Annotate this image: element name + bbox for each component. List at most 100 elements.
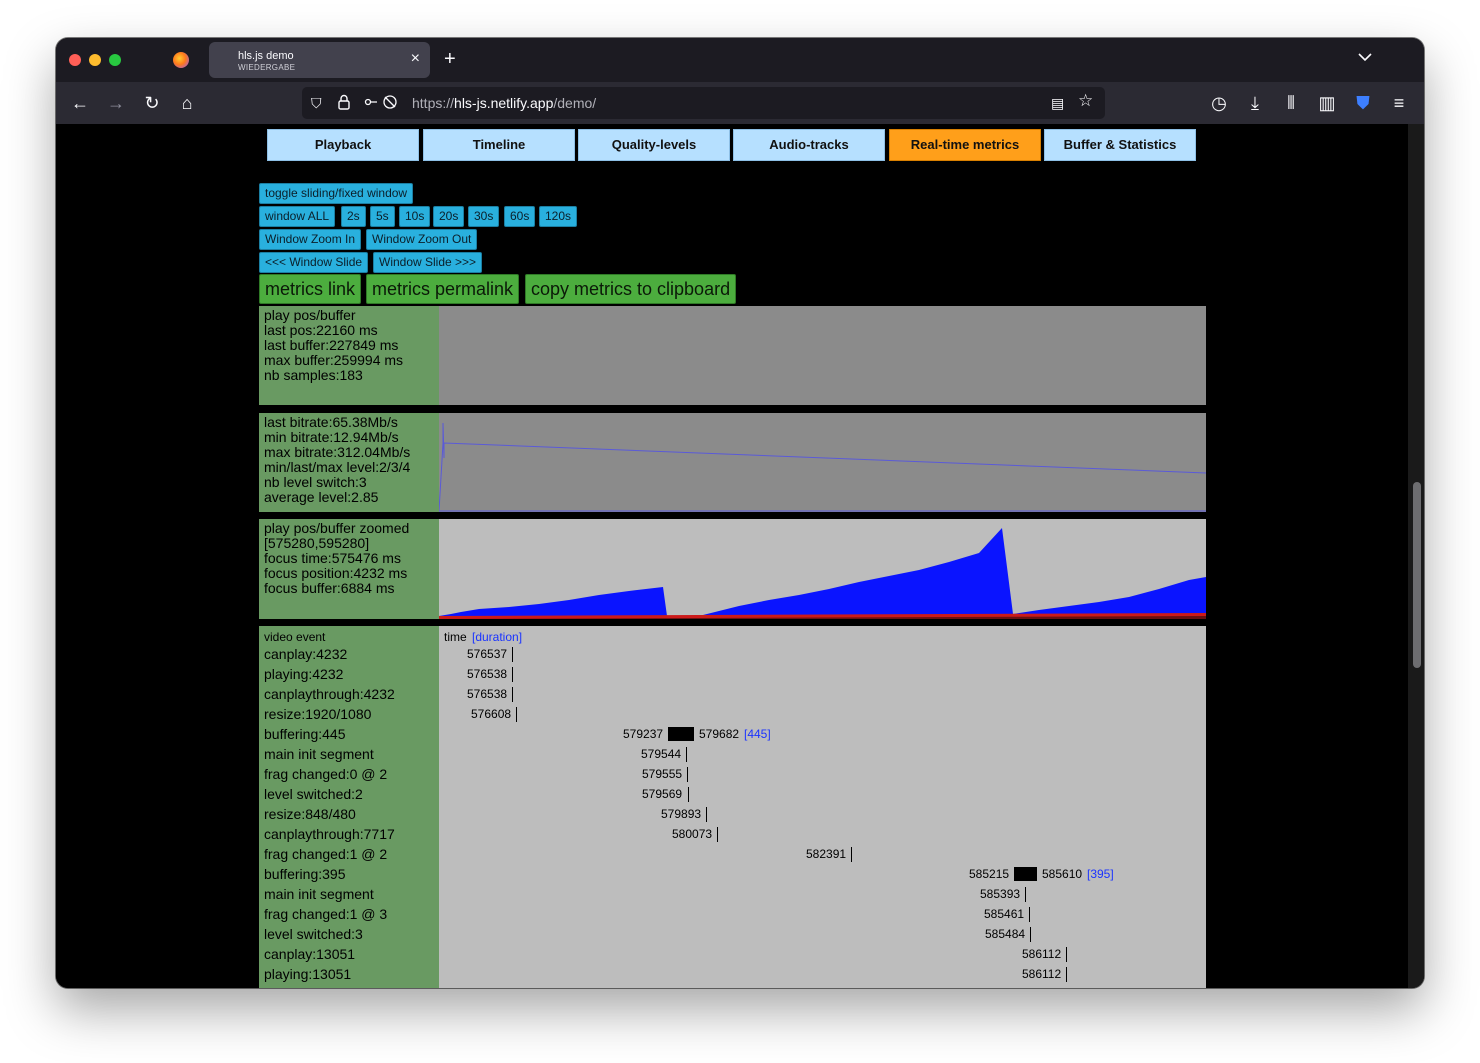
event-marker xyxy=(1066,967,1067,982)
reader-view-icon[interactable]: ▤ xyxy=(1051,94,1064,112)
window-120s-button[interactable]: 120s xyxy=(539,206,578,227)
tab-list-chevron-icon[interactable] xyxy=(1358,51,1372,65)
event-marker xyxy=(688,787,689,802)
tab-quality-levels[interactable]: Quality-levels xyxy=(578,129,730,161)
window-5s-button[interactable]: 5s xyxy=(370,206,395,227)
bitwarden-icon[interactable]: ⛊ xyxy=(1352,92,1374,114)
reload-icon[interactable]: ↻ xyxy=(141,92,163,114)
event-label: level switched:3 xyxy=(264,926,363,942)
buffer-line: nb samples:183 xyxy=(264,367,363,383)
metrics-permalink-button[interactable]: metrics permalink xyxy=(366,274,520,304)
zoom-in-button[interactable]: Window Zoom In xyxy=(259,229,362,250)
zoom-out-button[interactable]: Window Zoom Out xyxy=(366,229,478,250)
maximize-window-button[interactable] xyxy=(109,54,121,66)
zoomed-plot[interactable] xyxy=(439,519,1206,619)
slide-left-button[interactable]: <<< Window Slide xyxy=(259,252,369,273)
event-label: resize:848/480 xyxy=(264,806,356,822)
event-time: 585215 xyxy=(969,867,1010,881)
history-icon[interactable]: ◷ xyxy=(1208,92,1230,114)
tab-real-time-metrics[interactable]: Real-time metrics xyxy=(889,129,1041,161)
toggle-window-button[interactable]: toggle sliding/fixed window xyxy=(259,183,414,204)
window-2s-button[interactable]: 2s xyxy=(341,206,366,227)
event-time: 579555 xyxy=(642,767,683,781)
event-marker xyxy=(717,827,718,842)
event-time: 579893 xyxy=(661,807,702,821)
slide-right-button[interactable]: Window Slide >>> xyxy=(373,252,483,273)
page-content: Playback Timeline Quality-levels Audio-t… xyxy=(56,124,1424,988)
event-time: 576538 xyxy=(467,687,508,701)
bookmark-star-icon[interactable]: ☆ xyxy=(1078,92,1093,110)
window-30s-button[interactable]: 30s xyxy=(468,206,500,227)
event-label: frag changed:0 @ 2 xyxy=(264,766,388,782)
bitrate-plot[interactable] xyxy=(439,413,1206,512)
bitrate-line-series xyxy=(439,422,1206,512)
window-20s-button[interactable]: 20s xyxy=(433,206,465,227)
bitrate-panel: last bitrate:65.38Mb/s min bitrate:12.94… xyxy=(259,413,1206,512)
event-end-time: 579682 xyxy=(699,727,740,741)
tab-buffer-statistics[interactable]: Buffer & Statistics xyxy=(1044,129,1196,161)
back-arrow-icon[interactable]: ← xyxy=(69,92,91,114)
tab-audio-tracks[interactable]: Audio-tracks xyxy=(733,129,885,161)
browser-tab[interactable]: hls.js demo WIEDERGABE × xyxy=(209,42,430,78)
menu-icon[interactable]: ≡ xyxy=(1388,92,1410,114)
events-header-label: video event xyxy=(264,630,326,644)
close-window-button[interactable] xyxy=(69,54,81,66)
bitrate-line: average level:2.85 xyxy=(264,489,379,505)
buffering-block xyxy=(668,727,694,741)
url-scheme: https:// xyxy=(412,95,455,111)
url-text[interactable]: https://hls-js.netlify.app/demo/ xyxy=(412,95,596,111)
bitrate-line: nb level switch:3 xyxy=(264,474,367,490)
minimize-window-button[interactable] xyxy=(89,54,101,66)
event-time: 586112 xyxy=(1022,947,1062,961)
forward-arrow-icon[interactable]: → xyxy=(105,92,127,114)
event-marker xyxy=(851,847,852,862)
tab-playback[interactable]: Playback xyxy=(267,129,419,161)
event-label: main init segment xyxy=(264,886,374,902)
library-icon[interactable]: ⫴ xyxy=(1280,92,1302,114)
event-time: 582391 xyxy=(806,847,847,861)
events-plot[interactable]: time [duration] 576537 576538 576538 576… xyxy=(439,626,1206,988)
zoom-line: play pos/buffer zoomed xyxy=(264,520,410,536)
event-label: buffering:445 xyxy=(264,726,346,742)
event-time: 579237 xyxy=(623,727,664,741)
event-marker xyxy=(1066,947,1067,962)
buffer-plot[interactable] xyxy=(439,306,1206,405)
zoomed-panel: play pos/buffer zoomed [575280,595280] f… xyxy=(259,519,1206,619)
scrollbar-thumb[interactable] xyxy=(1413,482,1421,668)
event-marker xyxy=(687,767,688,782)
event-marker xyxy=(512,647,513,662)
copy-metrics-button[interactable]: copy metrics to clipboard xyxy=(525,274,737,304)
tab-subtitle: WIEDERGABE xyxy=(238,63,296,72)
permissions-icon[interactable] xyxy=(364,94,398,114)
bitrate-line: min/last/max level:2/3/4 xyxy=(264,459,411,475)
tab-timeline[interactable]: Timeline xyxy=(423,129,575,161)
event-marker xyxy=(512,667,513,682)
window-60s-button[interactable]: 60s xyxy=(504,206,536,227)
metrics-link-button[interactable]: metrics link xyxy=(259,274,362,304)
window-10s-button[interactable]: 10s xyxy=(399,206,431,227)
event-label: canplaythrough:7717 xyxy=(264,826,395,842)
window-all-button[interactable]: window ALL xyxy=(259,206,336,227)
buffer-panel-label: play pos/buffer last pos:22160 ms last b… xyxy=(259,306,439,405)
event-label: frag changed:1 @ 2 xyxy=(264,846,388,862)
close-tab-icon[interactable]: × xyxy=(411,51,420,67)
event-time: 576608 xyxy=(471,707,512,721)
sidebar-icon[interactable]: ▥ xyxy=(1316,92,1338,114)
event-time: 585393 xyxy=(980,887,1021,901)
zoom-line: focus position:4232 ms xyxy=(264,565,408,581)
event-time: 576538 xyxy=(467,667,508,681)
page-scrollbar[interactable] xyxy=(1408,124,1424,988)
event-marker xyxy=(706,807,707,822)
zoom-line: [575280,595280] xyxy=(264,535,370,551)
navigation-toolbar: ← → ↻ ⌂ ⛉ https://hls-js.netlify.app/dem… xyxy=(56,82,1424,124)
url-bar[interactable]: ⛉ https://hls-js.netlify.app/demo/ ▤ ☆ xyxy=(302,87,1105,119)
buffer-area xyxy=(439,528,1206,619)
lock-icon[interactable] xyxy=(337,94,351,114)
downloads-icon[interactable]: ⤓ xyxy=(1244,92,1266,114)
new-tab-button[interactable]: + xyxy=(444,49,456,69)
events-header-duration: [duration] xyxy=(472,630,523,644)
events-panel-label: video event canplay:4232 playing:4232 ca… xyxy=(259,626,439,988)
shield-icon[interactable]: ⛉ xyxy=(311,94,322,112)
home-icon[interactable]: ⌂ xyxy=(176,92,198,114)
firefox-view-icon[interactable] xyxy=(173,52,189,68)
